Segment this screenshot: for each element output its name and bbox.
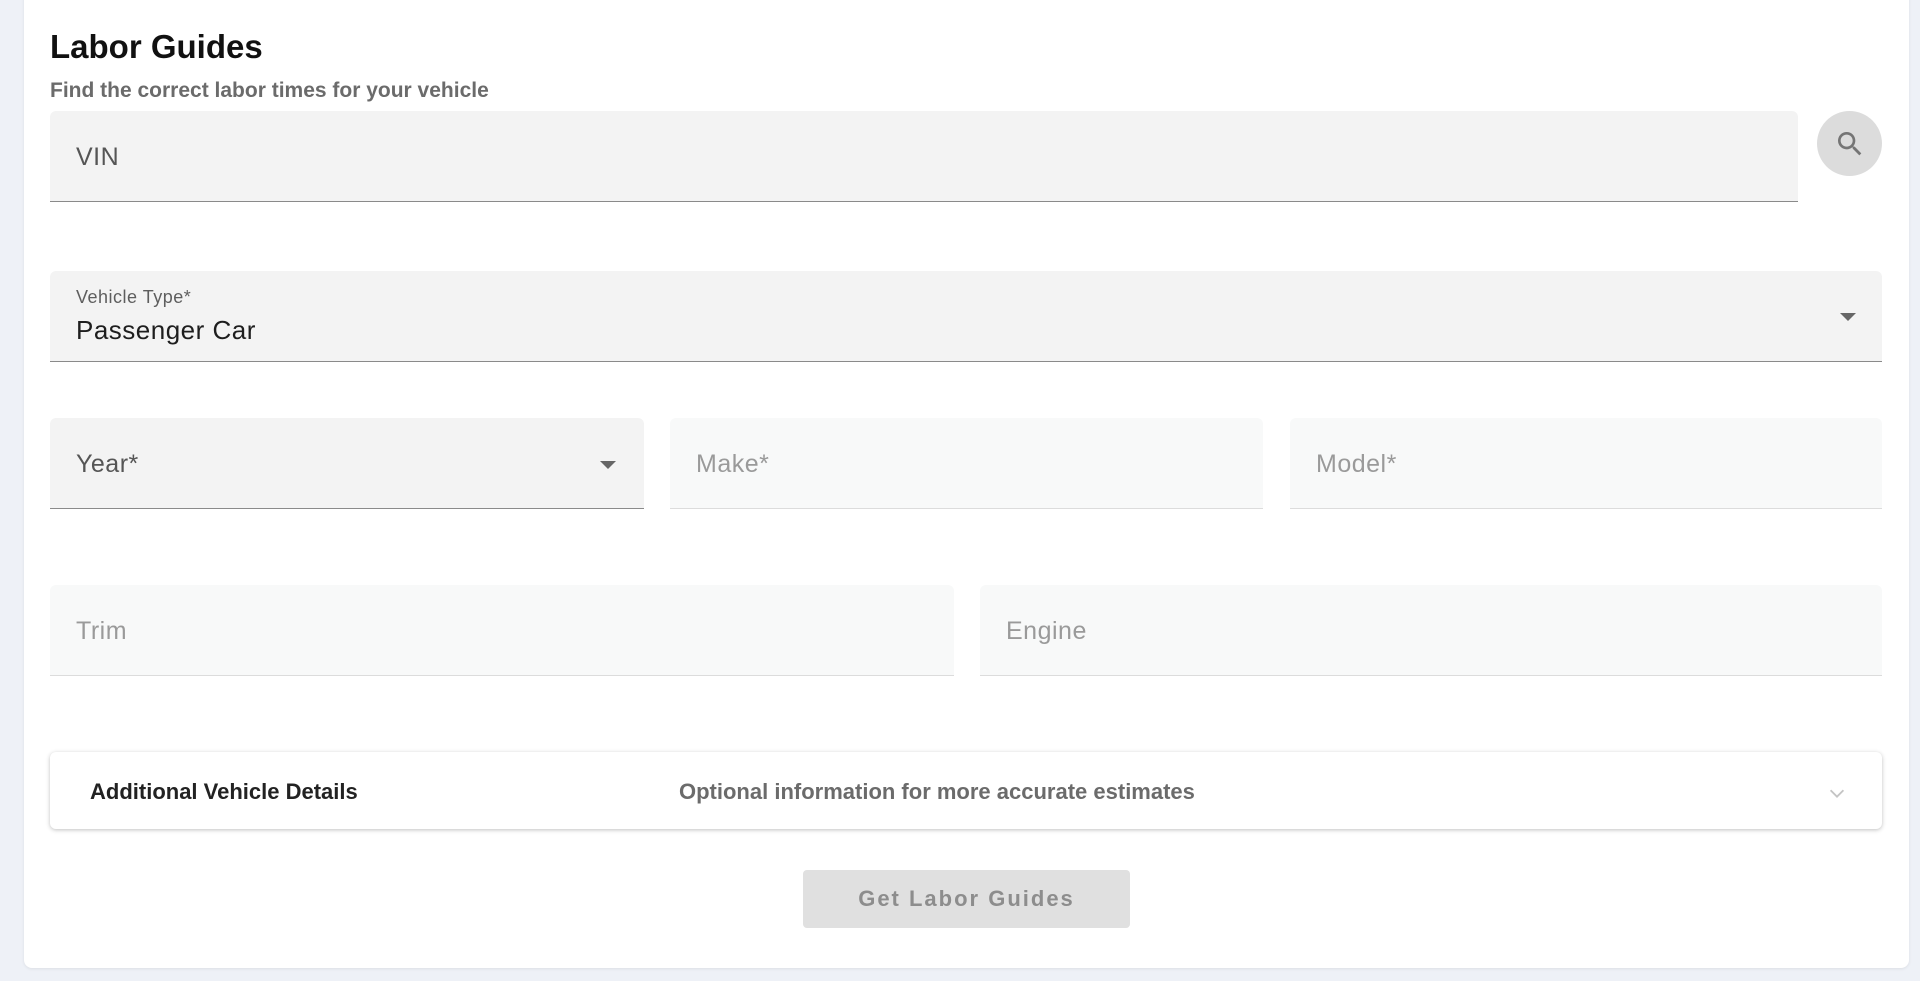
vin-search-button[interactable] (1817, 111, 1882, 176)
chevron-down-icon (1829, 789, 1845, 798)
model-label: Model* (1316, 450, 1397, 478)
page-title: Labor Guides (50, 28, 263, 65)
trim-field[interactable]: Trim (50, 585, 954, 676)
make-label: Make* (696, 450, 770, 478)
vehicle-type-select[interactable]: Vehicle Type* Passenger Car (50, 271, 1882, 362)
year-select[interactable]: Year* (50, 418, 644, 509)
chevron-down-icon (1840, 313, 1856, 321)
year-label: Year* (76, 450, 139, 478)
engine-field[interactable]: Engine (980, 585, 1882, 676)
trim-label: Trim (76, 617, 128, 645)
additional-details-accordion[interactable]: Additional Vehicle Details Optional info… (50, 752, 1882, 829)
accordion-subtitle: Optional information for more accurate e… (679, 779, 1195, 804)
get-labor-guides-button[interactable]: Get Labor Guides (803, 870, 1130, 928)
chevron-down-icon (600, 461, 616, 469)
vin-placeholder: VIN (76, 143, 120, 171)
vehicle-type-value: Passenger Car (76, 315, 256, 345)
model-field[interactable]: Model* (1290, 418, 1882, 509)
search-icon (1837, 131, 1861, 155)
make-field[interactable]: Make* (670, 418, 1263, 509)
engine-label: Engine (1006, 617, 1087, 645)
page-subtitle: Find the correct labor times for your ve… (50, 79, 489, 102)
vin-field[interactable]: VIN (50, 111, 1798, 202)
vehicle-type-label: Vehicle Type* (76, 287, 192, 307)
accordion-title: Additional Vehicle Details (90, 779, 358, 804)
